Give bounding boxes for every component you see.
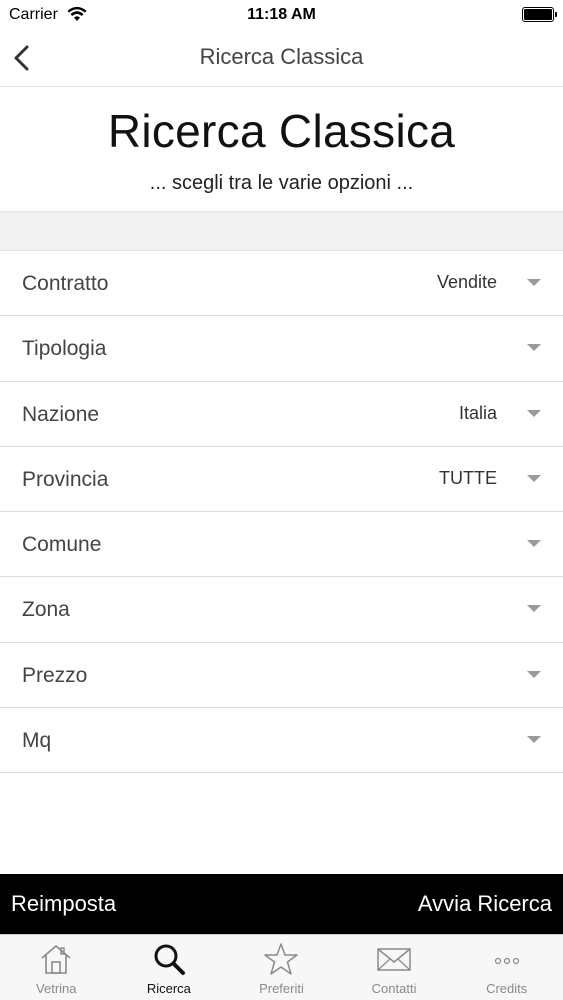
status-time: 11:18 AM xyxy=(247,6,316,23)
row-label: Zona xyxy=(22,598,70,622)
tab-ricerca[interactable]: Ricerca xyxy=(113,935,226,1000)
tab-preferiti[interactable]: Preferiti xyxy=(225,935,338,1000)
status-bar: Carrier 11:18 AM xyxy=(0,0,563,30)
dropdown-arrow-icon xyxy=(527,344,541,352)
search-icon xyxy=(154,944,185,975)
reset-button[interactable]: Reimposta xyxy=(11,891,116,917)
search-options-list: Contratto Vendite Tipologia Nazione Ital… xyxy=(0,251,563,774)
tab-contatti[interactable]: Contatti xyxy=(338,935,451,1000)
select-tipologia[interactable]: Tipologia xyxy=(0,316,563,382)
select-comune[interactable]: Comune xyxy=(0,512,563,578)
row-label: Comune xyxy=(22,533,102,557)
tab-label: Vetrina xyxy=(36,981,77,996)
dropdown-arrow-icon xyxy=(527,736,541,744)
home-icon xyxy=(41,945,71,974)
star-icon xyxy=(264,943,299,975)
select-zona[interactable]: Zona xyxy=(0,577,563,643)
dropdown-arrow-icon xyxy=(527,670,541,678)
row-value: Vendite xyxy=(436,272,497,292)
section-divider xyxy=(0,211,563,251)
row-label: Provincia xyxy=(22,467,109,491)
row-value: Italia xyxy=(458,402,497,423)
tab-label: Credits xyxy=(486,981,528,996)
mail-icon xyxy=(377,948,411,971)
row-label: Tipologia xyxy=(22,337,107,361)
select-nazione[interactable]: Nazione Italia xyxy=(0,382,563,447)
select-prezzo[interactable]: Prezzo xyxy=(0,643,563,709)
select-mq[interactable]: Mq xyxy=(0,708,563,774)
page-header: Ricerca Classica ... scegli tra le varie… xyxy=(0,88,563,211)
dropdown-arrow-icon xyxy=(527,279,541,286)
tab-label: Ricerca xyxy=(146,981,191,996)
battery-icon xyxy=(522,7,557,22)
select-provincia[interactable]: Provincia TUTTE xyxy=(0,447,563,513)
dropdown-arrow-icon xyxy=(527,409,541,417)
action-bar: Reimposta Avvia Ricerca xyxy=(0,874,563,934)
row-value: TUTTE xyxy=(439,467,497,488)
tab-vetrina[interactable]: Vetrina xyxy=(0,935,113,1000)
more-icon xyxy=(494,957,519,965)
dropdown-arrow-icon xyxy=(527,474,541,482)
row-label: Mq xyxy=(22,729,52,753)
navigation-bar: Ricerca Classica xyxy=(0,30,563,87)
tab-bar: Vetrina Ricerca Preferiti Contatti Credi… xyxy=(0,934,563,1000)
page-title: Ricerca Classica xyxy=(107,105,456,157)
page-subtitle: ... scegli tra le varie opzioni ... xyxy=(149,172,414,194)
dropdown-arrow-icon xyxy=(527,605,541,613)
tab-credits[interactable]: Credits xyxy=(450,935,563,1000)
nav-title: Ricerca Classica xyxy=(199,44,364,69)
row-label: Nazione xyxy=(22,402,100,426)
tab-label: Contatti xyxy=(371,981,417,996)
tab-label: Preferiti xyxy=(259,981,304,996)
row-label: Contratto xyxy=(22,272,109,295)
dropdown-arrow-icon xyxy=(527,540,541,548)
select-contratto[interactable]: Contratto Vendite xyxy=(0,251,563,317)
row-label: Prezzo xyxy=(22,663,88,687)
start-search-button[interactable]: Avvia Ricerca xyxy=(418,891,552,917)
